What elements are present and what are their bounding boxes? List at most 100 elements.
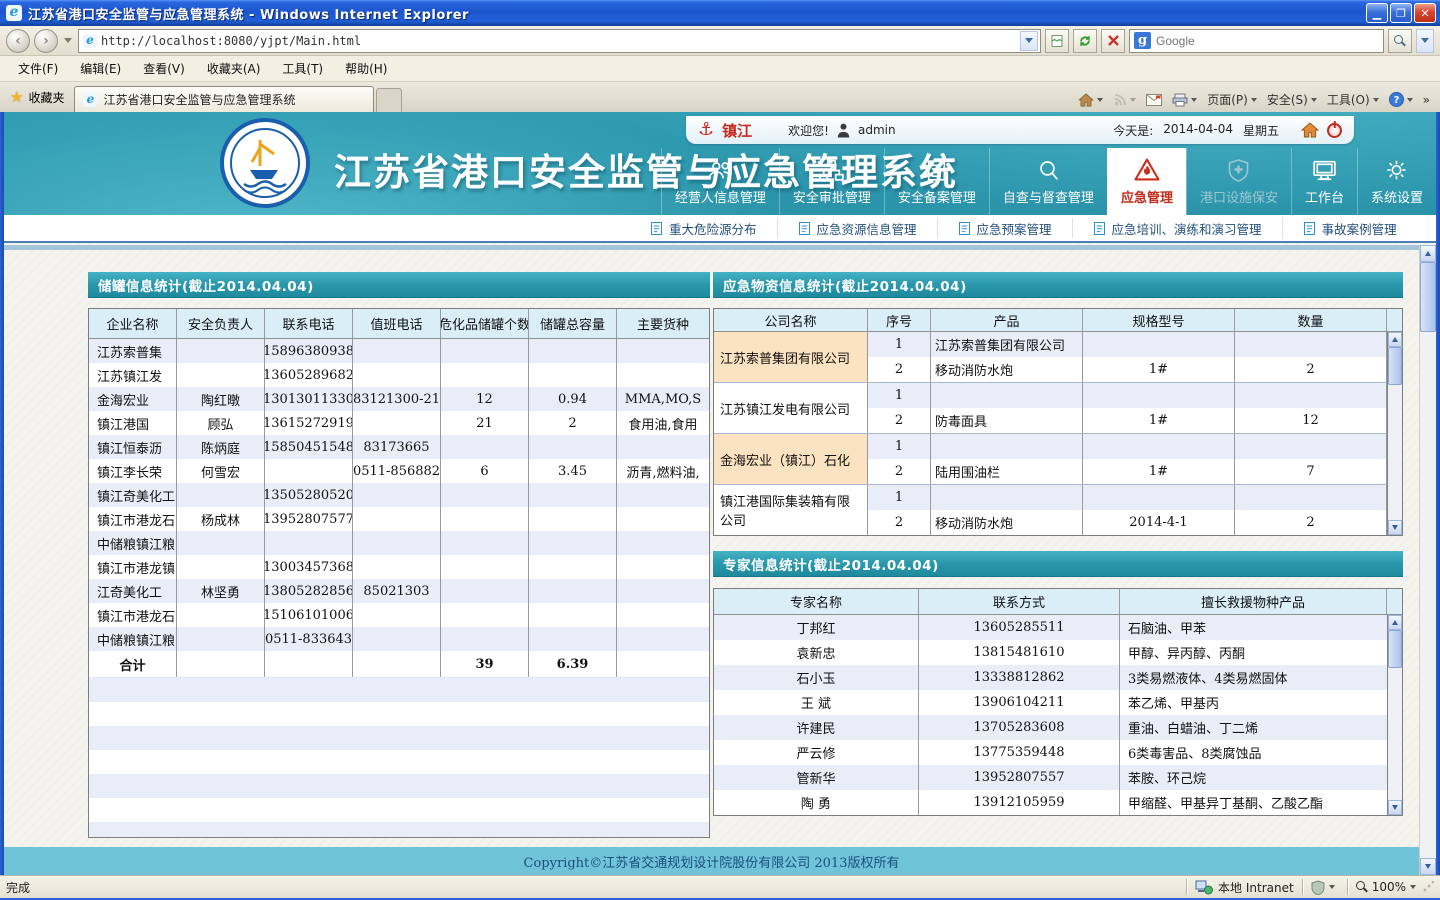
doc-icon <box>958 221 971 236</box>
table-row[interactable]: 镇江市港龙石15106101006 <box>89 603 709 627</box>
subnav-divider <box>4 245 1436 250</box>
table-row[interactable]: 袁新忠13815481610甲醇、异丙醇、丙酮 <box>714 640 1387 665</box>
table-row[interactable]: 管新华13952807557苯胺、环己烷 <box>714 765 1387 790</box>
home-button[interactable] <box>1078 93 1103 107</box>
search-dropdown-button[interactable] <box>1416 29 1434 53</box>
nav-safety-approval[interactable]: 安全审批管理 <box>779 148 884 215</box>
logout-power-icon[interactable] <box>1327 123 1342 138</box>
nav-label: 港口设施保安 <box>1200 187 1278 206</box>
print-button[interactable] <box>1172 93 1197 107</box>
table-row[interactable]: 江苏镇江发13605289682 <box>89 363 709 387</box>
table-row[interactable]: 镇江港国顾弘13615272919212食用油,食用 <box>89 411 709 435</box>
scroll-thumb[interactable] <box>1388 347 1402 385</box>
subnav-resource-info[interactable]: 应急资源信息管理 <box>778 218 938 238</box>
tools-menu-button[interactable]: 工具(O) <box>1327 91 1379 108</box>
table-row[interactable]: 金海宏业陶红暾1301301133083121300-21120.94MMA,M… <box>89 387 709 411</box>
materials-group[interactable]: 镇江港国际集装箱有限公司 1 2移动消防水炮2014-4-12 <box>714 485 1387 535</box>
materials-panel-title: 应急物资信息统计(截止2014.04.04) <box>713 272 1403 298</box>
scroll-thumb[interactable] <box>1388 630 1402 668</box>
scroll-thumb[interactable] <box>1420 262 1436 332</box>
safety-menu-button[interactable]: 安全(S) <box>1267 91 1317 108</box>
scroll-up-button[interactable] <box>1388 332 1402 347</box>
table-row[interactable]: 严云修137753594486类毒害品、8类腐蚀品 <box>714 740 1387 765</box>
compatibility-view-button[interactable] <box>1045 29 1069 53</box>
table-row[interactable]: 中储粮镇江粮0511-833643 <box>89 627 709 651</box>
scroll-up-button[interactable] <box>1388 615 1402 630</box>
refresh-button[interactable] <box>1073 29 1097 53</box>
menu-help[interactable]: 帮助(H) <box>335 57 397 80</box>
close-button[interactable]: ✕ <box>1414 3 1436 23</box>
table-row[interactable]: 王 斌13906104211苯乙烯、甲基丙 <box>714 690 1387 715</box>
experts-panel-title: 专家信息统计(截止2014.04.04) <box>713 551 1403 577</box>
subnav-plan-management[interactable]: 应急预案管理 <box>938 218 1073 238</box>
table-row[interactable]: 镇江恒泰沥陈炳庭1585045154883173665 <box>89 435 709 459</box>
table-row[interactable]: 中储粮镇江粮 <box>89 531 709 555</box>
resize-grip[interactable] <box>1422 881 1434 893</box>
materials-scrollbar[interactable] <box>1387 332 1402 535</box>
home-shortcut-icon[interactable] <box>1301 122 1319 138</box>
scroll-down-button[interactable] <box>1388 800 1402 815</box>
tab-active[interactable]: e 江苏省港口安全监管与应急管理系统 <box>74 86 374 112</box>
menu-tools[interactable]: 工具(T) <box>272 57 333 80</box>
nav-operator-info[interactable]: 经营人信息管理 <box>661 148 779 215</box>
minimize-button[interactable]: ▁ <box>1366 3 1388 23</box>
table-row[interactable]: 石小玉133388128623类易燃液体、4类易燃固体 <box>714 665 1387 690</box>
nav-system-settings[interactable]: 系统设置 <box>1357 148 1436 215</box>
subnav-accident-cases[interactable]: 事故案例管理 <box>1283 218 1417 238</box>
scroll-up-button[interactable] <box>1420 245 1436 262</box>
menu-edit[interactable]: 编辑(E) <box>70 57 131 80</box>
zone-dropdown-icon[interactable] <box>1329 885 1335 889</box>
subnav-hazard-distribution[interactable]: 重大危险源分布 <box>630 218 778 238</box>
page-scrollbar[interactable] <box>1419 245 1436 875</box>
nav-label: 自查与督查管理 <box>1003 187 1094 206</box>
forward-button[interactable]: › <box>34 29 58 53</box>
address-field[interactable]: e <box>78 29 1041 53</box>
warning-flame-icon <box>1133 157 1161 182</box>
table-row[interactable]: 镇江市港龙石杨成林13952807577 <box>89 507 709 531</box>
restore-button[interactable]: ❐ <box>1390 3 1412 23</box>
table-row[interactable]: 镇江市港龙镇13003457368 <box>89 555 709 579</box>
search-box[interactable]: g <box>1129 29 1384 53</box>
table-row[interactable]: 镇江奇美化工13505280520 <box>89 483 709 507</box>
zoom-control[interactable]: 100% <box>1356 880 1416 894</box>
sitemap-icon <box>818 159 845 182</box>
favorites-button[interactable]: ★ 收藏夹 <box>4 84 74 112</box>
search-input[interactable] <box>1156 34 1379 48</box>
protected-mode-icon[interactable] <box>1311 880 1325 895</box>
help-button[interactable]: ? <box>1389 92 1413 107</box>
url-input[interactable] <box>101 34 1016 48</box>
table-row[interactable]: 丁邦红13605285511石脑油、甲苯 <box>714 615 1387 640</box>
back-button[interactable]: ‹ <box>6 29 30 53</box>
menu-favorites[interactable]: 收藏夹(A) <box>197 57 271 80</box>
scroll-down-button[interactable] <box>1388 520 1402 535</box>
history-dropdown-icon[interactable] <box>64 38 72 43</box>
stop-button[interactable] <box>1101 29 1125 53</box>
materials-group[interactable]: 金海宏业（镇江）石化 1 2陆用围油栏1#7 <box>714 434 1387 485</box>
gear-icon <box>1383 158 1410 182</box>
table-row[interactable]: 陶 勇13912105959甲缩醛、甲基异丁基酮、乙酸乙酯 <box>714 790 1387 815</box>
menu-view[interactable]: 查看(V) <box>133 57 195 80</box>
page-menu-button[interactable]: 页面(P) <box>1207 91 1257 108</box>
nav-self-inspection[interactable]: 自查与督查管理 <box>989 148 1107 215</box>
search-button[interactable] <box>1388 29 1412 53</box>
overflow-chevron[interactable]: » <box>1423 93 1430 107</box>
table-row[interactable]: 江奇美化工林坚勇1380528285685021303 <box>89 579 709 603</box>
materials-group[interactable]: 江苏镇江发电有限公司 1 2防毒面具1#12 <box>714 383 1387 434</box>
table-row[interactable]: 许建民13705283608重油、白蜡油、丁二烯 <box>714 715 1387 740</box>
new-tab-stub[interactable] <box>376 88 402 112</box>
materials-group[interactable]: 江苏索普集团有限公司 1江苏索普集团有限公司 2移动消防水炮1#2 <box>714 332 1387 383</box>
rss-button[interactable] <box>1113 93 1136 107</box>
nav-emergency-management[interactable]: 应急管理 <box>1107 148 1186 215</box>
subnav-training-drill[interactable]: 应急培训、演练和演习管理 <box>1073 218 1283 238</box>
table-row[interactable]: 江苏索普集15896380938 <box>89 339 709 363</box>
mail-button[interactable] <box>1146 94 1162 106</box>
experts-scrollbar[interactable] <box>1387 615 1402 815</box>
nav-safety-filing[interactable]: 安全备案管理 <box>884 148 989 215</box>
scroll-down-button[interactable] <box>1420 858 1436 875</box>
url-dropdown-button[interactable] <box>1020 31 1038 51</box>
table-row[interactable]: 镇江李长荣何雪宏0511-85688263.45沥青,燃料油, <box>89 459 709 483</box>
menu-file[interactable]: 文件(F) <box>8 57 68 80</box>
nav-workbench[interactable]: 工作台 <box>1291 148 1357 215</box>
nav-port-security[interactable]: 港口设施保安 <box>1186 148 1291 215</box>
zoom-dropdown-icon[interactable] <box>1410 885 1416 889</box>
